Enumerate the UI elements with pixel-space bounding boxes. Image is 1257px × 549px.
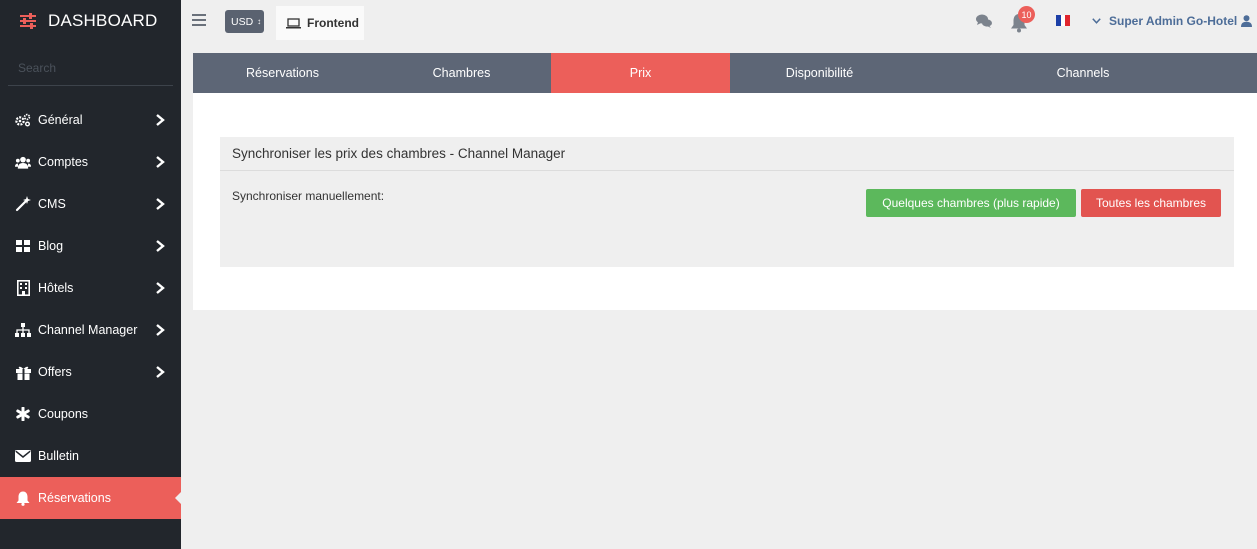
user-icon <box>1241 15 1253 27</box>
users-icon <box>15 154 31 170</box>
sort-caret-icon: ↕ <box>257 16 262 26</box>
tab-disponibilite[interactable]: Disponibilité <box>730 53 909 93</box>
currency-value: USD <box>231 15 254 28</box>
sidebar-item-label: Réservations <box>38 491 111 505</box>
chevron-down-icon <box>1092 18 1101 24</box>
gift-icon <box>15 364 31 380</box>
chevron-right-icon <box>156 366 165 378</box>
chevron-right-icon <box>156 324 165 336</box>
search-input[interactable] <box>8 61 173 75</box>
magic-wand-icon <box>15 196 31 212</box>
chevron-right-icon <box>156 198 165 210</box>
brand[interactable]: DASHBOARD <box>0 0 181 41</box>
tab-bar: Réservations Chambres Prix Disponibilité… <box>193 53 1257 93</box>
tab-reservations[interactable]: Réservations <box>193 53 372 93</box>
panel-title: Synchroniser les prix des chambres - Cha… <box>220 137 1234 171</box>
notifications-button[interactable]: 10 <box>1010 6 1035 34</box>
brand-title: DASHBOARD <box>48 10 158 30</box>
envelope-icon <box>15 448 31 464</box>
sidebar-item-label: Bulletin <box>38 449 79 463</box>
sliders-icon <box>20 12 36 29</box>
sidebar-item-bulletin[interactable]: Bulletin <box>0 435 181 477</box>
chevron-right-icon <box>156 282 165 294</box>
frontend-label: Frontend <box>307 16 359 30</box>
grid-icon <box>15 238 31 254</box>
sidebar-item-label: Général <box>38 113 83 127</box>
sidebar-search <box>0 41 181 99</box>
french-flag-icon[interactable] <box>1056 15 1071 26</box>
asterisk-icon <box>15 406 31 422</box>
sidebar-item-label: Coupons <box>38 407 89 421</box>
chevron-right-icon <box>156 156 165 168</box>
sync-label: Synchroniser manuellement: <box>232 189 385 203</box>
sync-panel: Synchroniser les prix des chambres - Cha… <box>220 137 1234 267</box>
user-name: Super Admin Go-Hotel <box>1109 14 1238 28</box>
sidebar-item-cms[interactable]: CMS <box>0 183 181 225</box>
tab-chambres[interactable]: Chambres <box>372 53 551 93</box>
sidebar-item-reservations[interactable]: Réservations <box>0 477 182 519</box>
user-menu[interactable]: Super Admin Go-Hotel <box>1092 11 1253 31</box>
sidebar-item-label: Comptes <box>38 155 89 169</box>
sidebar-item-label: Offers <box>38 365 72 379</box>
sidebar-item-label: Channel Manager <box>38 323 138 337</box>
currency-select[interactable]: USD ↕ <box>225 10 264 33</box>
cogs-icon <box>15 112 31 128</box>
frontend-button[interactable]: Frontend <box>276 6 364 40</box>
sidebar-item-hotels[interactable]: Hôtels <box>0 267 181 309</box>
sync-all-rooms-button[interactable]: Toutes les chambres <box>1081 189 1221 217</box>
sidebar-item-channel-manager[interactable]: Channel Manager <box>0 309 181 351</box>
sidebar-item-coupons[interactable]: Coupons <box>0 393 181 435</box>
sidebar-item-label: Hôtels <box>38 281 74 295</box>
sidebar-menu: Général Comptes CMS Blog Hôtels Channel … <box>0 99 182 519</box>
tab-prix[interactable]: Prix <box>551 53 730 93</box>
sidebar-item-offers[interactable]: Offers <box>0 351 181 393</box>
laptop-icon <box>286 17 301 28</box>
sidebar: DASHBOARD Général Comptes <box>0 0 182 549</box>
chevron-right-icon <box>156 240 165 252</box>
building-icon <box>15 280 31 296</box>
sidebar-item-general[interactable]: Général <box>0 99 181 141</box>
chevron-right-icon <box>156 114 165 126</box>
sync-some-rooms-button[interactable]: Quelques chambres (plus rapide) <box>866 189 1076 217</box>
chat-icon[interactable] <box>976 14 992 28</box>
topbar: USD ↕ Frontend 10 Super Admin Go-Hotel <box>181 0 1257 41</box>
sidebar-item-comptes[interactable]: Comptes <box>0 141 181 183</box>
notification-badge: 10 <box>1018 6 1035 23</box>
sitemap-icon <box>15 322 31 338</box>
sidebar-item-label: CMS <box>38 197 66 211</box>
bell-icon <box>15 490 31 506</box>
sidebar-item-label: Blog <box>38 239 64 253</box>
hamburger-menu-icon[interactable] <box>192 14 206 26</box>
main-content: Synchroniser les prix des chambres - Cha… <box>193 93 1257 310</box>
tab-channels[interactable]: Channels <box>909 53 1257 93</box>
sidebar-item-blog[interactable]: Blog <box>0 225 181 267</box>
panel-body: Synchroniser manuellement: Quelques cham… <box>220 171 1234 266</box>
